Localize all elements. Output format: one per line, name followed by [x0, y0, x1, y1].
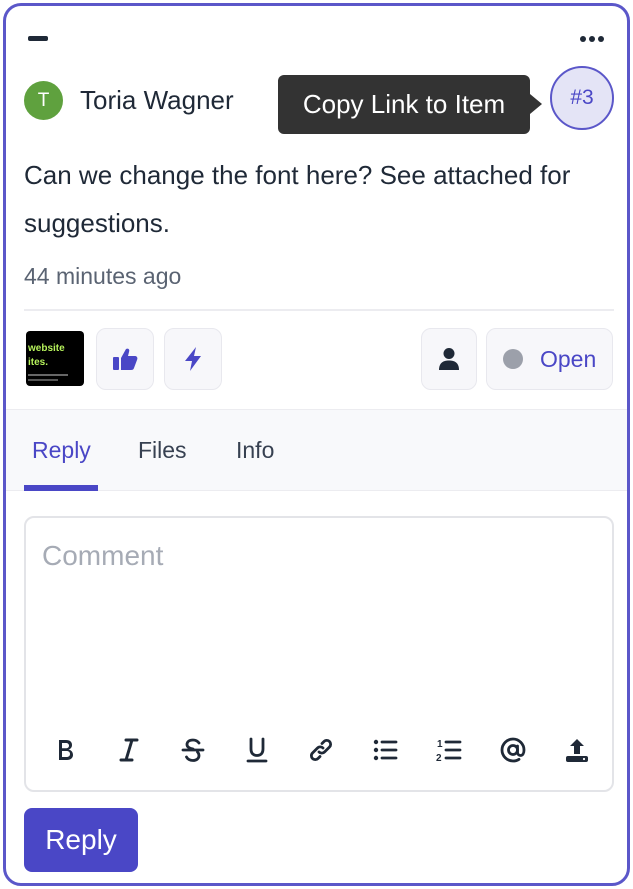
attachment-thumb-text: website — [28, 343, 65, 354]
underline-icon[interactable] — [237, 728, 277, 772]
tab-reply[interactable]: Reply — [32, 437, 91, 464]
attachment-thumb-line — [28, 379, 58, 381]
comment-actions: website ites. Open — [6, 326, 627, 392]
thumbs-up-icon — [113, 348, 138, 370]
author-row: T Toria Wagner — [24, 81, 234, 120]
status-label: Open — [540, 345, 597, 372]
numbered-list-icon[interactable]: 12 — [429, 728, 469, 772]
format-toolbar: 12 — [26, 728, 612, 772]
item-number-badge[interactable]: #3 — [550, 66, 614, 130]
divider — [24, 309, 614, 311]
comment-card: T Toria Wagner Copy Link to Item #3 Can … — [3, 3, 630, 886]
tab-bar: Reply Files Info — [6, 409, 627, 491]
quick-action-button[interactable] — [164, 328, 222, 390]
attachment-thumb-text: ites. — [28, 357, 49, 368]
active-tab-indicator — [24, 485, 98, 491]
strikethrough-icon[interactable] — [173, 728, 213, 772]
assign-button[interactable] — [421, 328, 477, 390]
italic-icon[interactable] — [109, 728, 149, 772]
card-topbar — [6, 6, 627, 56]
status-button[interactable]: Open — [486, 328, 613, 390]
attachment-thumb-line — [28, 374, 68, 376]
comment-input[interactable] — [42, 540, 592, 700]
bullet-list-icon[interactable] — [365, 728, 405, 772]
bold-icon[interactable] — [45, 728, 85, 772]
copy-link-tooltip: Copy Link to Item — [278, 75, 542, 134]
tab-files[interactable]: Files — [138, 437, 187, 464]
like-button[interactable] — [96, 328, 154, 390]
mention-icon[interactable] — [493, 728, 533, 772]
status-dot — [503, 349, 523, 369]
comment-timestamp: 44 minutes ago — [24, 263, 182, 289]
collapse-icon[interactable] — [28, 36, 48, 41]
link-icon[interactable] — [301, 728, 341, 772]
svg-text:2: 2 — [436, 753, 442, 764]
person-icon — [439, 348, 459, 370]
tab-info[interactable]: Info — [236, 437, 274, 464]
author-name: Toria Wagner — [80, 85, 234, 115]
avatar: T — [24, 81, 63, 120]
attachment-thumbnail[interactable]: website ites. — [26, 331, 84, 386]
lightning-icon — [185, 347, 201, 371]
reply-button[interactable]: Reply — [24, 808, 138, 872]
comment-editor: 12 — [24, 516, 614, 792]
comment-body: Can we change the font here? See attache… — [24, 160, 571, 238]
more-options-icon[interactable] — [577, 32, 607, 46]
svg-text:1: 1 — [437, 739, 443, 750]
upload-icon[interactable] — [557, 728, 597, 772]
